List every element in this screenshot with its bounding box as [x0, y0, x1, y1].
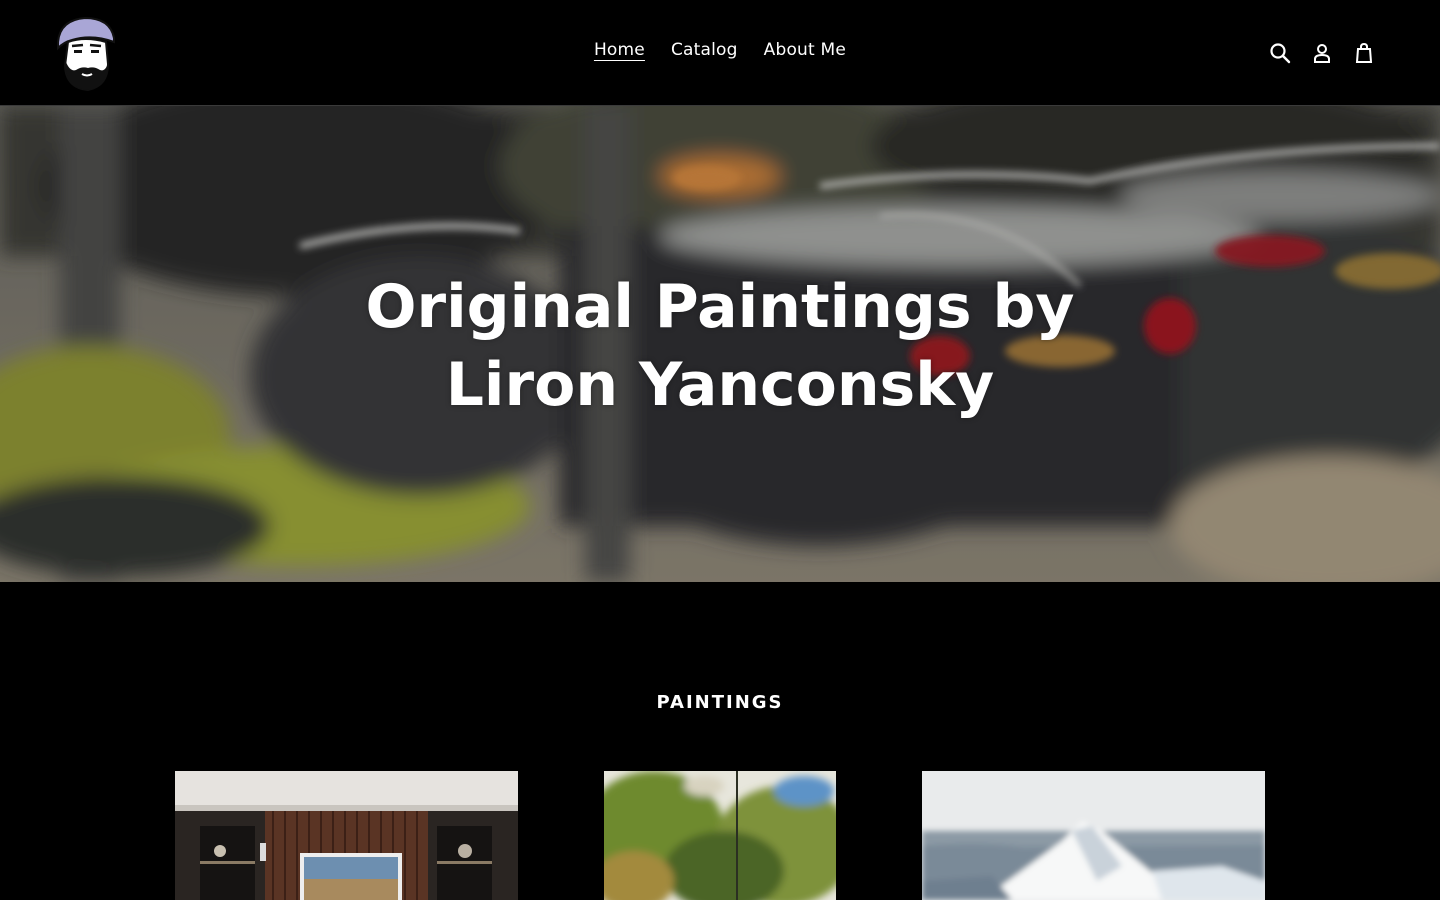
- nav-about-link[interactable]: About Me: [764, 40, 846, 60]
- search-icon[interactable]: [1268, 41, 1292, 65]
- cart-icon[interactable]: [1352, 41, 1376, 65]
- hero-title: Original Paintings by Liron Yanconsky: [365, 272, 1075, 420]
- site-header: Home Catalog About Me: [0, 0, 1440, 106]
- section-title: PAINTINGS: [656, 692, 784, 713]
- header-icons: [1268, 41, 1376, 65]
- green-trees-watercolor: [604, 771, 836, 900]
- main-nav: Home Catalog About Me: [0, 40, 1440, 60]
- living-room-mockup-painting: [175, 771, 518, 900]
- hero-banner: Original Paintings by Liron Yanconsky: [0, 106, 1440, 582]
- nav-catalog-link[interactable]: Catalog: [671, 40, 738, 60]
- account-icon[interactable]: [1310, 41, 1334, 65]
- snowy-mountain-watercolor: [922, 771, 1265, 900]
- product-card-3[interactable]: [922, 771, 1265, 900]
- product-card-1[interactable]: [175, 771, 518, 900]
- nav-home-link[interactable]: Home: [594, 40, 645, 60]
- product-card-2[interactable]: [604, 771, 836, 900]
